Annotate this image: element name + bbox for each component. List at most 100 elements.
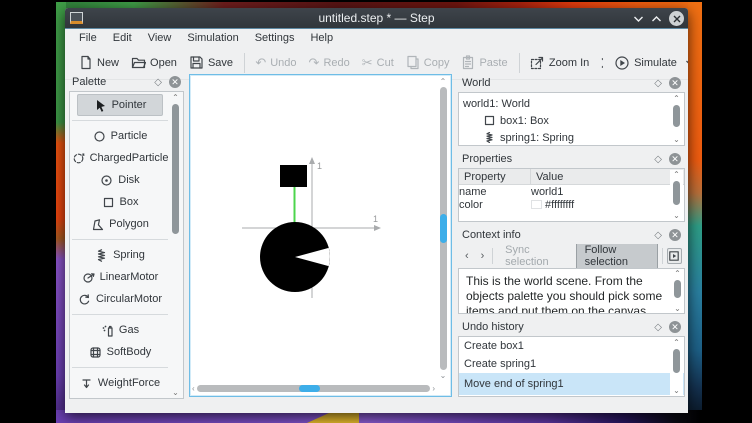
property-row-name[interactable]: name world1 — [459, 185, 684, 198]
box1-object[interactable] — [280, 165, 307, 187]
paste-clipboard-icon — [461, 55, 475, 70]
close-panel-icon[interactable]: ✕ — [669, 77, 681, 89]
world-panel-title: World — [462, 77, 654, 89]
open-button[interactable]: Open — [125, 51, 183, 74]
follow-selection-button[interactable]: Follow selection — [576, 244, 658, 271]
desktop: untitled.step * — Step File Edit View Si… — [0, 0, 752, 423]
palette-item-pointer[interactable]: Pointer — [77, 94, 163, 116]
particle-icon — [93, 130, 106, 143]
disk-object[interactable] — [260, 222, 330, 292]
tree-item-spring1[interactable]: spring1: Spring — [463, 129, 680, 146]
tree-item-box1[interactable]: box1: Box — [463, 112, 680, 129]
spring-icon — [484, 132, 495, 143]
weight-force-icon — [80, 377, 93, 390]
step-window: untitled.step * — Step File Edit View Si… — [65, 8, 688, 413]
open-in-browser-icon[interactable] — [667, 248, 682, 264]
float-panel-icon[interactable]: ◇ — [654, 230, 662, 241]
save-button[interactable]: Save — [183, 51, 239, 74]
context-info-toolbar: ‹ › Sync selection Follow selection — [458, 244, 685, 268]
canvas-horizontal-scrollbar[interactable]: ‹› — [192, 382, 435, 394]
new-document-icon — [79, 55, 93, 70]
undo-scrollbar[interactable]: ⌃⌄ — [670, 338, 683, 395]
circular-motor-icon — [78, 293, 91, 306]
context-scrollbar[interactable]: ⌃⌄ — [671, 269, 684, 313]
close-panel-icon[interactable]: ✕ — [669, 321, 681, 333]
undo-button[interactable]: ↶ Undo — [249, 52, 302, 73]
wallpaper-right — [688, 2, 702, 417]
float-panel-icon[interactable]: ◇ — [654, 154, 662, 165]
new-button[interactable]: New — [73, 51, 125, 74]
undo-icon: ↶ — [255, 56, 266, 69]
pointer-icon — [94, 99, 107, 112]
history-forward-icon[interactable]: › — [477, 250, 489, 262]
palette-item-weightforce[interactable]: WeightForce — [77, 372, 163, 394]
close-panel-icon[interactable]: ✕ — [669, 153, 681, 165]
palette-item-polygon[interactable]: Polygon — [77, 213, 163, 235]
toolbar-overflow-icon[interactable] — [600, 57, 603, 69]
menu-settings[interactable]: Settings — [247, 31, 303, 45]
canvas-vertical-scrollbar[interactable]: ⌃⌄ — [437, 77, 449, 380]
simulate-dropdown-icon[interactable] — [685, 59, 688, 67]
undo-item-create-box1[interactable]: Create box1 — [459, 337, 684, 355]
palette-title: Palette — [72, 76, 154, 88]
properties-panel-title: Properties — [462, 153, 654, 165]
history-back-icon[interactable]: ‹ — [461, 250, 473, 262]
palette-item-gas[interactable]: Gas — [77, 319, 163, 341]
box-icon — [484, 115, 495, 126]
properties-scrollbar[interactable]: ⌃⌄ — [670, 170, 683, 220]
undo-history-title: Undo history — [462, 321, 654, 333]
zoom-in-icon — [530, 55, 545, 70]
column-property: Property — [459, 169, 531, 184]
context-info-text: This is the world scene. From the object… — [458, 268, 685, 314]
palette-item-softbody[interactable]: SoftBody — [77, 341, 163, 363]
step-app-icon — [70, 12, 83, 24]
menu-view[interactable]: View — [140, 31, 180, 45]
properties-panel: Properties ◇ ✕ Property Value name world… — [458, 150, 685, 224]
menu-help[interactable]: Help — [302, 31, 341, 45]
maximize-icon[interactable] — [651, 15, 662, 23]
float-panel-icon[interactable]: ◇ — [154, 77, 162, 88]
palette-item-linearmotor[interactable]: LinearMotor — [77, 266, 163, 288]
world-canvas[interactable]: 1 1 ⌃⌄ ‹› — [189, 74, 452, 397]
close-panel-icon[interactable]: ✕ — [169, 76, 181, 88]
save-floppy-icon — [189, 55, 204, 70]
float-panel-icon[interactable]: ◇ — [654, 78, 662, 89]
palette-item-spring[interactable]: Spring — [77, 244, 163, 266]
paste-button[interactable]: Paste — [455, 51, 513, 74]
disk-icon — [100, 174, 113, 187]
undo-item-move-end-of-spring1[interactable]: Move end of spring1 — [459, 373, 684, 395]
soft-body-icon — [89, 346, 102, 359]
scene[interactable]: 1 1 — [190, 75, 438, 380]
palette-item-chargedparticle[interactable]: ChargedParticle — [77, 147, 163, 169]
property-row-color[interactable]: color #ffffffff — [459, 198, 684, 211]
minimize-icon[interactable] — [633, 15, 644, 23]
palette-item-box[interactable]: Box — [77, 191, 163, 213]
sync-selection-button[interactable]: Sync selection — [497, 244, 571, 268]
menu-file[interactable]: File — [71, 31, 105, 45]
close-panel-icon[interactable]: ✕ — [669, 229, 681, 241]
redo-button[interactable]: ↷ Redo — [303, 52, 356, 73]
properties-header-row[interactable]: Property Value — [459, 169, 684, 185]
palette-separator — [72, 314, 168, 315]
menu-simulation[interactable]: Simulation — [179, 31, 246, 45]
close-button[interactable] — [669, 11, 684, 26]
box-icon — [102, 196, 115, 209]
menu-edit[interactable]: Edit — [105, 31, 140, 45]
gas-icon — [101, 324, 114, 337]
zoom-in-button[interactable]: Zoom In — [524, 51, 595, 74]
palette-scrollbar[interactable]: ⌃⌄ — [169, 93, 182, 397]
palette-item-particle[interactable]: Particle — [77, 125, 163, 147]
x-axis-tick-label: 1 — [373, 214, 378, 224]
copy-button[interactable]: Copy — [400, 51, 456, 74]
palette-item-disk[interactable]: Disk — [77, 169, 163, 191]
palette-item-circularmotor[interactable]: CircularMotor — [77, 288, 163, 310]
separator — [492, 248, 493, 264]
world-scrollbar[interactable]: ⌃⌄ — [670, 94, 683, 144]
simulate-button[interactable]: Simulate — [608, 51, 683, 75]
undo-item-create-spring1[interactable]: Create spring1 — [459, 355, 684, 373]
window-title: untitled.step * — Step — [65, 11, 688, 25]
titlebar[interactable]: untitled.step * — Step — [65, 8, 688, 29]
float-panel-icon[interactable]: ◇ — [654, 322, 662, 333]
cut-button[interactable]: ✂ Cut — [356, 52, 400, 73]
tree-item-world1[interactable]: world1: World — [463, 95, 680, 112]
